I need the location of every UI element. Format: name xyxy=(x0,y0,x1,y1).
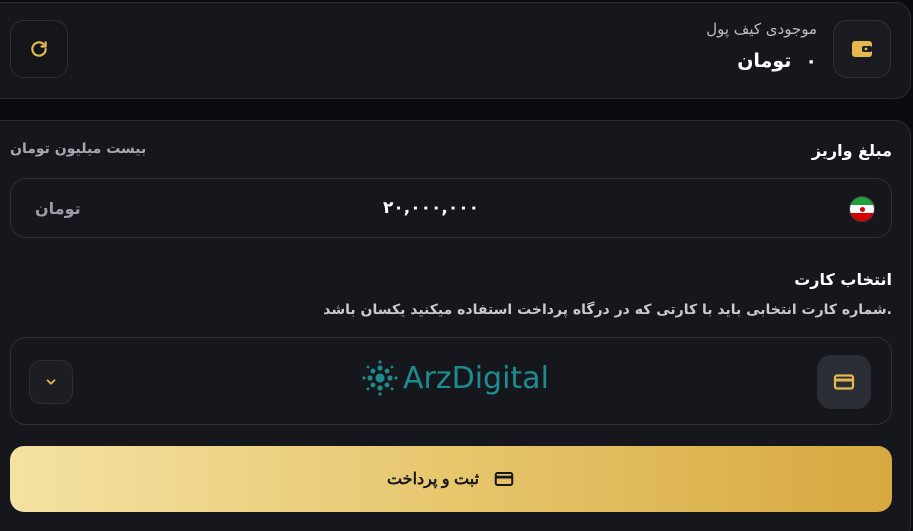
dropdown-toggle-button[interactable] xyxy=(29,360,73,404)
arzdigital-logo: ArzDigital xyxy=(361,358,549,398)
arzdigital-logo-icon xyxy=(362,360,398,396)
refresh-button[interactable] xyxy=(10,20,68,78)
refresh-icon xyxy=(31,41,47,57)
card-select-description: شماره کارت انتخابی باید با کارتی که در د… xyxy=(323,302,892,318)
wallet-currency: تومان xyxy=(737,50,792,72)
credit-card-icon xyxy=(817,355,871,409)
submit-payment-label: ثبت و پرداخت xyxy=(386,471,480,488)
wallet-title: موجودی کیف پول xyxy=(706,20,817,38)
submit-payment-button[interactable]: ثبت و پرداخت xyxy=(10,446,892,512)
wallet-amount: ۰ تومان xyxy=(737,50,817,72)
wallet-icon xyxy=(833,20,891,78)
wallet-amount-value: ۰ xyxy=(805,50,817,72)
deposit-amount-hint: بیست میلیون تومان xyxy=(10,141,147,157)
deposit-unit-label: تومان xyxy=(35,199,81,218)
deposit-amount-field[interactable]: ۲۰,۰۰۰,۰۰۰ تومان xyxy=(10,178,892,238)
card-select-dropdown[interactable]: ArzDigital xyxy=(10,337,892,425)
credit-card-icon xyxy=(494,472,514,486)
deposit-amount-value[interactable]: ۲۰,۰۰۰,۰۰۰ xyxy=(11,198,891,218)
card-select-title: انتخاب کارت xyxy=(794,270,892,289)
deposit-amount-title: مبلغ واریز xyxy=(811,141,892,160)
arzdigital-logo-text: ArzDigital xyxy=(403,360,549,396)
chevron-down-icon xyxy=(46,379,56,385)
